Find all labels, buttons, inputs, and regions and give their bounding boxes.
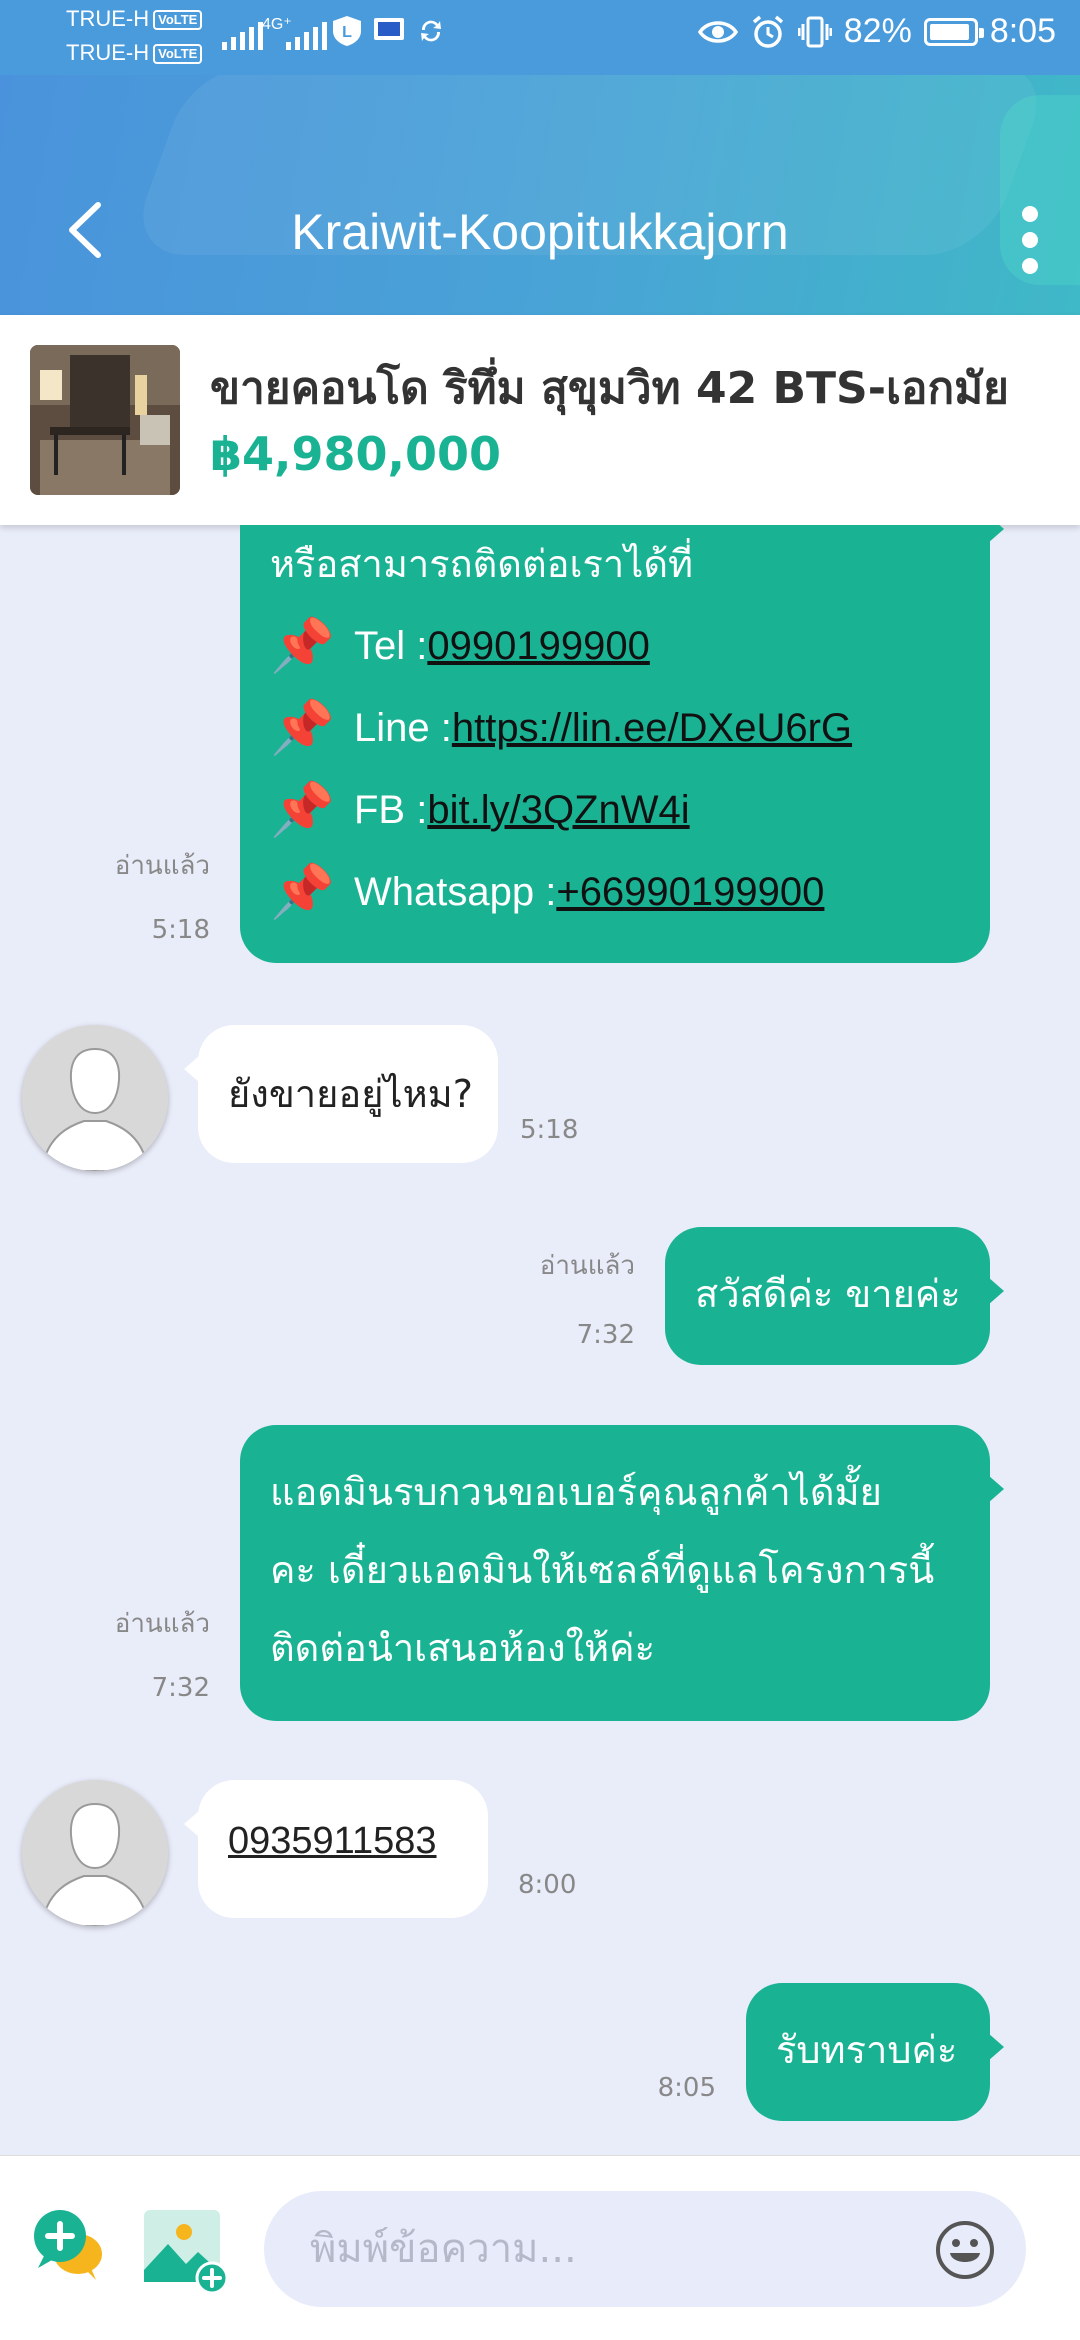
more-options-button[interactable] (1010, 195, 1050, 285)
carrier-1: TRUE-H VoLTE (66, 4, 203, 34)
fb-link[interactable]: bit.ly/3QZnW4i (427, 788, 689, 833)
user-avatar-icon (22, 1780, 168, 1926)
clock: 8:05 (989, 12, 1056, 50)
tel-link[interactable]: 0990199900 (427, 624, 649, 669)
read-receipt: อ่านแล้ว (539, 1251, 635, 1281)
message-time: 7:32 (151, 1673, 210, 1703)
message-incoming[interactable]: ยังขายอยู่ไหม? (184, 1025, 498, 1163)
chat-title: Kraiwit-Koopitukkajorn (291, 204, 789, 260)
avatar[interactable] (22, 1025, 168, 1171)
message-outgoing[interactable]: แอดมินรบกวนขอเบอร์คุณลูกค้าได้มั้ย คะ เด… (240, 1425, 1004, 1721)
input-bar (0, 2155, 1080, 2340)
battery-fill (929, 23, 970, 40)
message-input[interactable] (264, 2191, 1026, 2307)
listing-price: ฿4,980,000 (210, 427, 502, 481)
message-time: 5:18 (520, 1115, 579, 1145)
avatar[interactable] (22, 1780, 168, 1926)
pushpin-icon: 📌 (270, 862, 335, 922)
pushpin-icon: 📌 (270, 616, 335, 676)
signal-icon (222, 22, 263, 50)
message-line-3: ติดต่อนำเสนอห้องให้ค่ะ (270, 1626, 656, 1670)
message-time: 8:05 (657, 2073, 716, 2103)
pushpin-icon: 📌 (270, 698, 335, 758)
signal-icon-2 (286, 22, 327, 50)
message-outgoing[interactable]: รับทราบค่ะ (746, 1983, 1004, 2121)
sync-icon (421, 20, 441, 42)
phone-link[interactable]: 0935911583 (228, 1820, 437, 1862)
message-time: 8:00 (518, 1870, 577, 1900)
quick-reply-button[interactable] (30, 2206, 110, 2286)
battery-icon (923, 17, 984, 46)
vibrate-icon (797, 16, 832, 47)
chat-messages[interactable]: หรือสามารถติดต่อเราได้ที่ 📌 Tel : 099019… (0, 525, 1080, 2155)
alarm-icon (752, 15, 783, 48)
message-outgoing-contact[interactable]: หรือสามารถติดต่อเราได้ที่ 📌 Tel : 099019… (240, 525, 1004, 963)
contact-fb: 📌 FB : bit.ly/3QZnW4i (270, 780, 690, 840)
message-time: 5:18 (151, 915, 210, 945)
svg-text:L: L (342, 24, 352, 41)
emoji-button[interactable] (934, 2219, 996, 2281)
message-line-1: แอดมินรบกวนขอเบอร์คุณลูกค้าได้มั้ย (270, 1470, 882, 1514)
listing-title: ขายคอนโด ริทึ่ม สุขุมวิท 42 BTS-เอกมัย (210, 363, 1009, 414)
message-text: สวัสดีค่ะ ขายค่ะ (695, 1272, 961, 1316)
chat-header: Kraiwit-Koopitukkajorn (0, 75, 1080, 315)
battery-percent: 82% (843, 12, 912, 50)
read-receipt: อ่านแล้ว (114, 1609, 210, 1639)
line-link[interactable]: https://lin.ee/DXeU6rG (452, 706, 852, 751)
screen-cast-icon (374, 18, 404, 40)
read-receipt: อ่านแล้ว (114, 851, 210, 881)
message-line-2: คะ เดี๋ยวแอดมินให้เซลล์ที่ดูแลโครงการนี้ (270, 1548, 935, 1592)
message-text: หรือสามารถติดต่อเราได้ที่ (270, 542, 694, 586)
contact-line-id: 📌 Line : https://lin.ee/DXeU6rG (270, 698, 853, 758)
whatsapp-link[interactable]: +66990199900 (556, 870, 824, 915)
status-right: 82% 8:05 (697, 12, 1056, 51)
image-upload-button[interactable] (140, 2206, 230, 2296)
message-text: รับทราบค่ะ (776, 2028, 958, 2072)
listing-thumbnail (30, 345, 180, 495)
contact-tel: 📌 Tel : 0990199900 (270, 616, 650, 676)
carrier-2: TRUE-H VoLTE (66, 38, 203, 68)
listing-card[interactable]: ขายคอนโด ริทึ่ม สุขุมวิท 42 BTS-เอกมัย ฿… (0, 315, 1080, 525)
shield-icon: L (333, 16, 361, 46)
message-text: ยังขายอยู่ไหม? (228, 1072, 473, 1116)
message-incoming[interactable]: 0935911583 (184, 1780, 488, 1918)
message-time: 7:32 (576, 1320, 635, 1350)
contact-whatsapp: 📌 Whatsapp : +66990199900 (270, 862, 825, 922)
pushpin-icon: 📌 (270, 780, 335, 840)
message-outgoing[interactable]: สวัสดีค่ะ ขายค่ะ (665, 1227, 1004, 1365)
eye-icon (697, 20, 738, 43)
status-bar: TRUE-H VoLTE TRUE-H VoLTE 4G⁺ L 82% 8:05 (0, 0, 1080, 75)
user-avatar-icon (22, 1025, 168, 1171)
